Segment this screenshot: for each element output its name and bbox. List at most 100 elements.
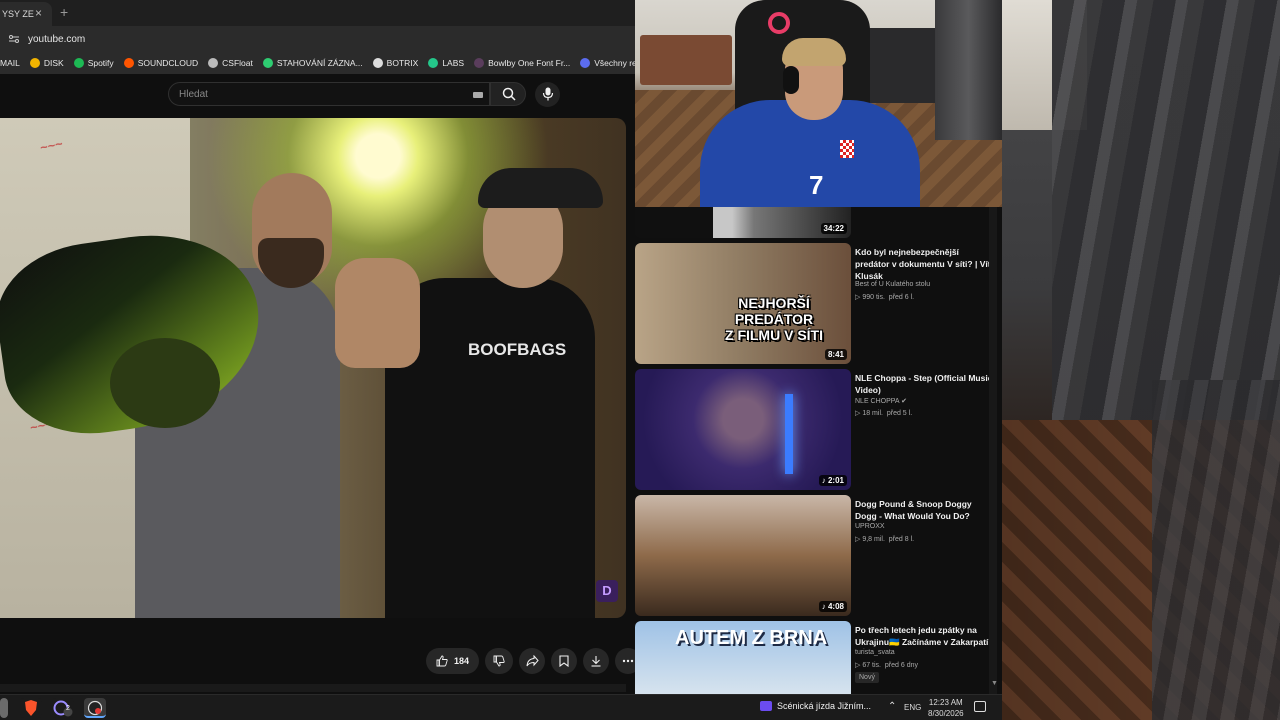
browser-tab[interactable]: YSY ZE × [0,2,52,26]
chat-app-icon[interactable]: 2 [52,698,74,718]
download-button[interactable] [583,648,610,674]
bookmark-label: STAHOVÁNÍ ZÁZNA... [276,58,363,68]
site-info-icon[interactable] [8,33,20,45]
taskbar-media-item[interactable]: Scénická jízda Jižním... [760,701,871,711]
bookmark-label: DISK [43,58,64,68]
search-button[interactable] [490,82,526,106]
new-tab-button[interactable]: + [60,4,68,20]
video-duration: ♪ 2:01 [818,475,847,486]
thumbnail-overlay-line: PREDÁTOR [734,311,814,327]
botrix-icon [372,58,383,68]
video-duration: ♪ 4:08 [818,601,847,612]
save-button[interactable] [551,648,578,674]
webcam-curtain [935,0,1002,140]
close-tab-icon[interactable]: × [35,6,42,20]
view-count: 990 tis. [862,294,885,301]
bookmark-item[interactable]: SOUNDCLOUD [123,58,198,68]
list-item[interactable]: AUTEM Z BRNA Po třech letech jedu zpátky… [635,621,1002,694]
video-person-right-cap [478,168,603,208]
webcam-streamer-hair [782,38,846,66]
video-player[interactable]: ~~~ ~~~ BOOFBAGS D [0,118,626,618]
channel-name[interactable]: turista_svata [855,649,895,656]
video-title[interactable]: Dogg Pound & Snoop Doggy Dogg - What Wou… [855,498,993,522]
video-player-icon [760,701,772,711]
scroll-down-arrow-icon[interactable]: ▼ [991,680,998,687]
video-title[interactable]: Kdo byl nejnebezpečnější predátor v doku… [855,246,993,282]
keyboard-icon[interactable] [473,92,483,98]
webcam-table [640,35,732,85]
system-clock[interactable]: 12:23 AM 8/30/2026 [928,697,964,719]
neon-light [785,394,793,474]
bookmark-item[interactable]: STAHOVÁNÍ ZÁZNA... [262,58,363,68]
room-curtain-lower [1152,380,1280,720]
video-thumbnail[interactable]: ♪ 2:01 [635,369,851,490]
brave-lion-icon [25,700,37,716]
like-button[interactable]: 184 [426,648,480,674]
taskbar-app-partial[interactable] [0,698,8,718]
channel-name[interactable]: UPROXX [855,523,885,530]
bookmark-item[interactable]: Všechny recenze [580,58,635,68]
drive-icon [29,58,40,68]
brave-browser-icon[interactable] [20,698,42,718]
video-thumbnail[interactable]: AUTEM Z BRNA [635,621,851,694]
view-count: 67 tis. [862,662,882,669]
list-item[interactable]: ♪ 2:01 NLE Choppa - Step (Official Music… [635,369,1002,491]
bookmark-item[interactable]: Bowlby One Font Fr... [474,58,570,68]
headphones-icon [783,66,799,94]
list-item[interactable]: NEJHORŠÍ PREDÁTOR Z FILMU V SÍTI 8:41 Kdo … [635,243,1002,365]
video-title[interactable]: Po třech letech jedu zpátky na Ukrajinu🇺… [855,624,993,648]
bookmark-item[interactable]: MAIL [0,58,20,68]
thumbs-down-icon [493,655,505,667]
bookmark-label: Bowlby One Font Fr... [488,58,571,68]
video-duration: 8:41 [824,349,847,360]
spotify-icon [73,58,84,68]
soundcloud-icon [123,58,134,68]
video-meta: ▷ 990 tis. před 6 l. [855,293,914,301]
chat-bubble-icon [53,700,73,717]
voice-search-button[interactable] [535,82,560,107]
video-title[interactable]: NLE Choppa - Step (Official Music Video) [855,372,993,396]
upload-age: před 8 l. [888,536,915,543]
video-actions: 184 [426,648,642,674]
tab-title: YSY ZE [2,9,34,19]
bookmark-item[interactable]: BOTRIX [372,58,418,68]
bookmark-icon [559,655,569,667]
obs-app-icon[interactable] [84,698,106,718]
bookmark-label: MAIL [0,58,20,68]
video-thumbnail[interactable]: NEJHORŠÍ PREDÁTOR Z FILMU V SÍTI 8:41 [635,243,851,364]
bookmark-label: Všechny recenze [594,58,635,68]
horizontal-scrollbar[interactable] [0,684,626,692]
bookmark-item[interactable]: Spotify [73,58,114,68]
csfloat-icon [208,58,219,68]
dislike-button[interactable] [485,648,514,674]
share-button[interactable] [519,648,546,674]
screen: YSY ZE × + youtube.com MAIL DISK Spotify SO… [0,0,1280,720]
chevron-up-icon[interactable]: ⌃ [888,701,896,712]
sidebar-scrollbar[interactable] [989,207,997,694]
thumbnail-overlay-line: NEJHORŠÍ [738,295,810,311]
record-icon [87,700,103,716]
address-bar[interactable]: youtube.com [0,26,635,52]
channel-name[interactable]: NLE CHOPPA ✔ [855,397,907,405]
like-count: 184 [454,656,470,666]
list-item[interactable]: ♪ 4:08 Dogg Pound & Snoop Doggy Dogg - W… [635,495,1002,617]
share-icon [526,655,539,667]
url-text[interactable]: youtube.com [28,34,85,45]
bookmark-item[interactable]: CSFloat [208,58,253,68]
more-horizontal-icon [622,659,634,663]
video-thumbnail[interactable]: ♪ 4:08 [635,495,851,616]
channel-name[interactable]: Best of U Kulatého stolu [855,281,930,288]
chat-badge-count: 2 [66,705,70,712]
taskbar: 2 Scénická jízda Jižním... ⌃ ENG 12:23 A… [0,694,1002,720]
list-item[interactable]: 34:22 [635,207,1002,239]
search-input[interactable]: Hledat [168,82,490,106]
bookmark-item[interactable]: LABS [428,58,464,68]
notification-icon[interactable] [974,701,986,712]
input-language[interactable]: ENG [904,703,921,712]
channel-watermark-icon[interactable]: D [596,580,618,602]
video-hand [335,258,420,368]
search-icon [502,87,516,101]
bookmark-item[interactable]: DISK [29,58,64,68]
video-thumbnail[interactable]: 34:22 [635,207,851,238]
streamer-webcam: 7 [635,0,1002,207]
